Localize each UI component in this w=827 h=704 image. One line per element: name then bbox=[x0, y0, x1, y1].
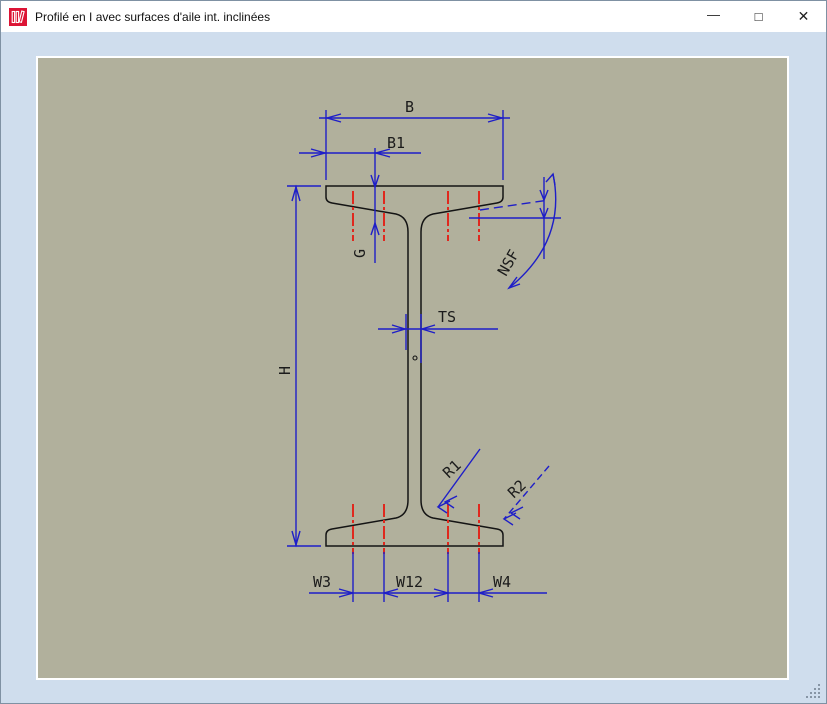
profile-sketch: B B1 G H TS NSF R1 R2 W3 W12 W4 bbox=[276, 98, 561, 602]
window-controls: — □ ✕ bbox=[691, 1, 826, 32]
label-W3: W3 bbox=[313, 573, 331, 591]
label-R1: R1 bbox=[439, 456, 464, 481]
dimension-lines bbox=[287, 110, 561, 602]
label-R2: R2 bbox=[504, 476, 529, 501]
close-icon: ✕ bbox=[797, 8, 810, 24]
label-W12: W12 bbox=[396, 573, 423, 591]
label-B: B bbox=[405, 98, 414, 116]
dim-B bbox=[319, 110, 510, 180]
dim-NSF bbox=[469, 172, 561, 290]
label-W4: W4 bbox=[493, 573, 511, 591]
center-mark bbox=[412, 355, 418, 361]
close-button[interactable]: ✕ bbox=[781, 1, 826, 32]
label-TS: TS bbox=[438, 308, 456, 326]
dim-gauges bbox=[309, 552, 547, 602]
books-icon bbox=[9, 7, 27, 26]
label-B1: B1 bbox=[387, 134, 405, 152]
dim-B1 bbox=[299, 148, 421, 263]
gauge-lines bbox=[352, 191, 480, 554]
dim-R1 bbox=[436, 448, 481, 514]
title-bar[interactable]: Profilé en I avec surfaces d'aile int. i… bbox=[1, 1, 826, 32]
window-title: Profilé en I avec surfaces d'aile int. i… bbox=[35, 9, 271, 24]
maximize-button[interactable]: □ bbox=[736, 1, 781, 32]
minimize-icon: — bbox=[707, 7, 720, 22]
drawing-canvas: B B1 G H TS NSF R1 R2 W3 W12 W4 bbox=[36, 56, 789, 680]
label-H: H bbox=[276, 366, 294, 375]
maximize-icon: □ bbox=[754, 9, 763, 24]
app-icon bbox=[9, 7, 27, 26]
dialog-window: Profilé en I avec surfaces d'aile int. i… bbox=[0, 0, 827, 704]
label-NSF: NSF bbox=[494, 247, 523, 279]
label-G: G bbox=[351, 249, 369, 258]
resize-grip-icon[interactable] bbox=[805, 683, 821, 699]
minimize-button[interactable]: — bbox=[691, 1, 736, 32]
